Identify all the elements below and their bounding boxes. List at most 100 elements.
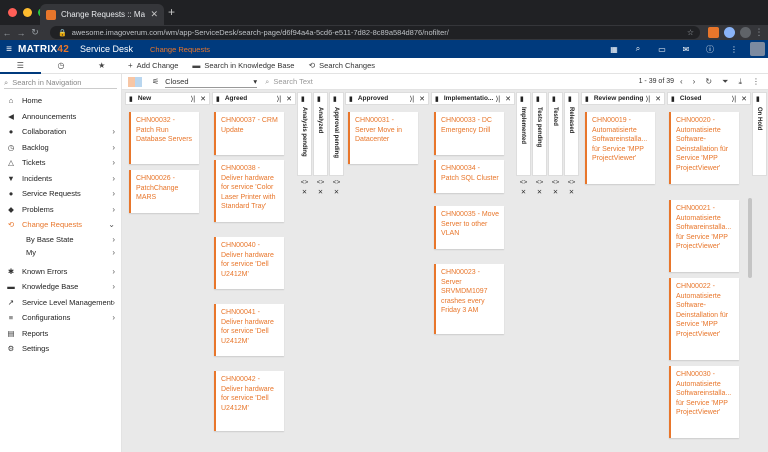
url-input[interactable]: 🔒 awesome.imagoverum.com/wm/app-ServiceD…: [50, 26, 700, 39]
view-toggle-icon[interactable]: [128, 76, 142, 87]
logo[interactable]: MATRIX42: [18, 44, 80, 55]
card-chn00031[interactable]: CHN00031 - Server Move in Datacenter: [348, 112, 418, 164]
sidebar-item-collaboration[interactable]: ● Collaboration ›: [0, 124, 121, 140]
card-chn00040[interactable]: CHN00040 - Deliver hardware for service …: [214, 237, 284, 289]
window-minimize-icon[interactable]: [23, 8, 32, 17]
collapse-icon[interactable]: ⟩|: [646, 95, 651, 103]
card-chn00022[interactable]: CHN00022 - Automatisierte Software-Deins…: [669, 278, 739, 360]
browser-menu-icon[interactable]: ⋮: [752, 27, 766, 38]
card-chn00032[interactable]: CHN00032 - Patch Run Database Servers: [129, 112, 199, 164]
sidebar-item-knowledge-base[interactable]: ▬ Knowledge Base ›: [0, 279, 121, 295]
reload-icon[interactable]: ↻: [28, 27, 42, 38]
new-tab-icon[interactable]: +: [168, 5, 175, 19]
bookmark-star-icon[interactable]: ☆: [687, 28, 694, 37]
close-icon[interactable]: ✕: [419, 95, 425, 103]
collapse-icon[interactable]: ⟩|: [496, 95, 501, 103]
column-header[interactable]: ▮ Analyzed: [313, 92, 328, 176]
close-icon[interactable]: ✕: [655, 95, 661, 103]
close-icon[interactable]: ✕: [564, 188, 579, 198]
closed-column-scrollbar[interactable]: [748, 198, 752, 278]
refresh-icon[interactable]: ↻: [705, 77, 712, 87]
sidebar-item-reports[interactable]: ▤ Reports: [0, 326, 121, 342]
card-chn00037[interactable]: CHN00037 - CRM Update: [214, 112, 284, 155]
user-avatar-browser-icon[interactable]: [740, 27, 751, 38]
card-chn00038[interactable]: CHN00038 - Deliver hardware for service …: [214, 160, 284, 222]
card-chn00035[interactable]: CHN00035 - Move Server to other VLAN: [434, 206, 504, 249]
column-header[interactable]: ▮ On Hold: [752, 92, 767, 176]
card-chn00026[interactable]: CHN00026 - PatchChange MARS: [129, 170, 199, 213]
menu-icon[interactable]: ≡: [0, 44, 18, 55]
sidebar-item-tickets[interactable]: △ Tickets ›: [0, 155, 121, 171]
extension-icon[interactable]: [708, 27, 719, 38]
close-icon[interactable]: ✕: [329, 188, 344, 198]
grid-icon[interactable]: ▦: [602, 45, 626, 54]
close-icon[interactable]: ✕: [200, 95, 206, 103]
card-chn00034[interactable]: CHN00034 - Patch SQL Cluster: [434, 160, 504, 193]
sidebar-item-incidents[interactable]: ▼ Incidents ›: [0, 171, 121, 187]
close-icon[interactable]: ✕: [505, 95, 511, 103]
sidebar-item-settings[interactable]: ⚙ Settings: [0, 341, 121, 357]
close-icon[interactable]: ✕: [297, 188, 312, 198]
search-kb-button[interactable]: ▬ Search in Knowledge Base: [192, 61, 294, 70]
sidebar-item-change-requests[interactable]: ⟲ Change Requests ⌄: [0, 217, 121, 233]
column-header[interactable]: ▮ Approval pending: [329, 92, 344, 176]
more-icon[interactable]: ⋮: [722, 45, 746, 54]
collapse-icon[interactable]: ⟩|: [191, 95, 196, 103]
state-filter-select[interactable]: Closed ▾: [165, 76, 258, 88]
close-icon[interactable]: ✕: [286, 95, 292, 103]
sidebar-item-service-requests[interactable]: ● Service Requests ›: [0, 186, 121, 202]
card-chn00023[interactable]: CHN00023 - Server SRVMDM1097 crashes eve…: [434, 264, 504, 334]
chat-icon[interactable]: ✉: [674, 45, 698, 54]
expand-icon[interactable]: <>: [329, 178, 344, 188]
back-icon[interactable]: ←: [0, 28, 14, 38]
card-chn00020[interactable]: CHN00020 - Automatisierte Software-Deins…: [669, 112, 739, 184]
sidebar-subitem-my[interactable]: My ›: [0, 246, 121, 259]
expand-icon[interactable]: <>: [548, 178, 563, 188]
forward-icon[interactable]: →: [14, 28, 28, 38]
column-header[interactable]: ▮ Agreed ⟩| ✕: [212, 92, 296, 105]
column-header[interactable]: ▮ Tests pending: [532, 92, 547, 176]
column-header[interactable]: ▮ Analysis pending: [297, 92, 312, 176]
search-text-input[interactable]: ⌕ Search Text: [265, 77, 515, 87]
card-chn00021[interactable]: CHN00021 - Automatisierte Softwareinstal…: [669, 200, 739, 272]
search-icon[interactable]: ⌕: [626, 44, 650, 54]
close-icon[interactable]: ✕: [548, 188, 563, 198]
search-changes-button[interactable]: ⟲ Search Changes: [308, 61, 375, 70]
card-chn00042[interactable]: CHN00042 - Deliver hardware for service …: [214, 371, 284, 431]
breadcrumb[interactable]: Change Requests: [150, 45, 210, 54]
add-change-button[interactable]: + Add Change: [128, 61, 178, 70]
column-header[interactable]: ▮ Approved ⟩| ✕: [345, 92, 429, 105]
close-icon[interactable]: ✕: [741, 95, 747, 103]
avatar[interactable]: [750, 42, 765, 56]
chevron-left-icon[interactable]: ‹: [680, 77, 683, 87]
sidebar-item-backlog[interactable]: ◷ Backlog ›: [0, 140, 121, 156]
profile-icon[interactable]: [724, 27, 735, 38]
info-icon[interactable]: ⓘ: [698, 44, 722, 55]
sidebar-item-known-errors[interactable]: ✱ Known Errors ›: [0, 264, 121, 280]
sidebar-subitem-by-base-state[interactable]: By Base State ›: [0, 233, 121, 246]
collapse-icon[interactable]: ⟩|: [732, 95, 737, 103]
close-icon[interactable]: ✕: [532, 188, 547, 198]
tab-navigation-list-icon[interactable]: ☰: [0, 58, 41, 74]
column-header[interactable]: ▮ Implementatio... ⟩| ✕: [431, 92, 515, 105]
close-icon[interactable]: ✕: [313, 188, 328, 198]
collapse-icon[interactable]: ⟩|: [277, 95, 282, 103]
column-header[interactable]: ▮ Released: [564, 92, 579, 176]
close-icon[interactable]: ✕: [516, 188, 531, 198]
download-icon[interactable]: ⤓: [738, 77, 742, 87]
expand-icon[interactable]: <>: [564, 178, 579, 188]
tab-history-icon[interactable]: ◷: [41, 61, 82, 70]
sidebar-item-configurations[interactable]: ≡ Configurations ›: [0, 310, 121, 326]
card-chn00033[interactable]: CHN00033 - DC Emergency Drill: [434, 112, 504, 155]
sidebar-item-service-level-management[interactable]: ↗ Service Level Management ›: [0, 295, 121, 311]
screen-icon[interactable]: ▭: [650, 45, 674, 54]
card-chn00041[interactable]: CHN00041 - Deliver hardware for service …: [214, 304, 284, 356]
tab-close-icon[interactable]: ✕: [150, 9, 158, 20]
expand-icon[interactable]: <>: [516, 178, 531, 188]
nav-search-input[interactable]: ⌕ Search in Navigation: [4, 77, 117, 89]
expand-icon[interactable]: <>: [532, 178, 547, 188]
card-chn00030[interactable]: CHN00030 - Automatisierte Softwareinstal…: [669, 366, 739, 438]
column-header[interactable]: ▮ Implemented: [516, 92, 531, 176]
column-header[interactable]: ▮ Review pending ⟩| ✕: [581, 92, 665, 105]
options-icon[interactable]: ⋮: [752, 77, 760, 87]
